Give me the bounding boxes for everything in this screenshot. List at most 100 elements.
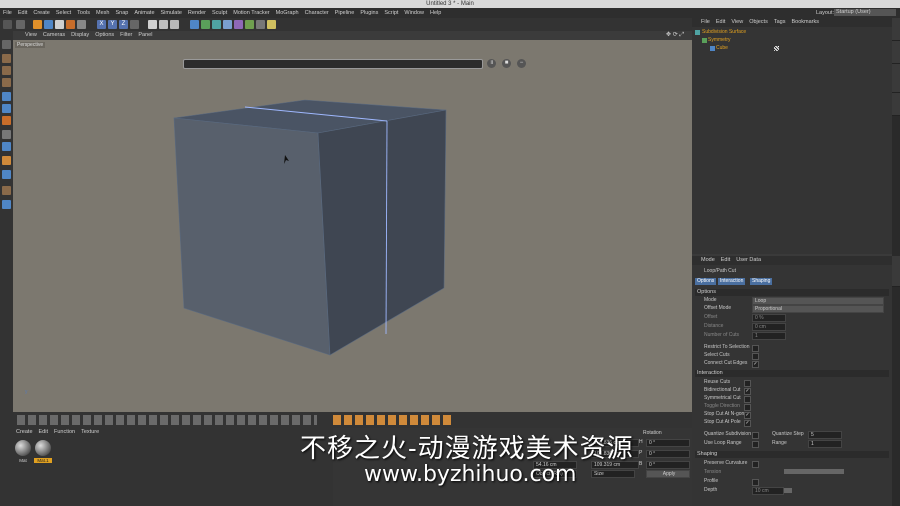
snapping-icon[interactable] — [2, 156, 11, 165]
object-menu-objects[interactable]: Objects — [746, 18, 771, 27]
menu-script[interactable]: Script — [381, 8, 401, 18]
material-swatch-mat-1[interactable] — [35, 440, 51, 456]
menu-help[interactable]: Help — [427, 8, 444, 18]
menu-render[interactable]: Render — [185, 8, 209, 18]
rotation-b-field[interactable]: 0 ° — [646, 461, 690, 469]
3d-viewport[interactable]: Perspective y — [13, 40, 692, 412]
viewport-menu-filter[interactable]: Filter — [117, 31, 135, 40]
tab-interaction[interactable]: Interaction — [718, 278, 746, 285]
menu-file[interactable]: File — [0, 8, 15, 18]
attr-menu-mode[interactable]: Mode — [698, 256, 718, 265]
menu-mesh[interactable]: Mesh — [93, 8, 112, 18]
menu-tools[interactable]: Tools — [74, 8, 93, 18]
tab-structure[interactable] — [892, 93, 900, 116]
tab-objects[interactable] — [892, 18, 900, 41]
camera-icon[interactable] — [256, 20, 265, 29]
menu-plugins[interactable]: Plugins — [357, 8, 381, 18]
connect-cut-edges-checkbox[interactable]: ✓ — [752, 361, 759, 368]
subdivision-icon[interactable] — [212, 20, 221, 29]
close-icon[interactable]: − — [517, 59, 526, 68]
shaping-section-header[interactable]: Shaping — [695, 451, 889, 458]
options-section-header[interactable]: Options — [695, 289, 889, 296]
select-cuts-checkbox[interactable] — [752, 353, 759, 360]
scale-icon[interactable] — [55, 20, 64, 29]
render-settings-icon[interactable] — [170, 20, 179, 29]
stop-icon[interactable]: ■ — [502, 59, 511, 68]
offset-field[interactable]: 0 % — [752, 314, 786, 322]
bidirectional-cut-checkbox[interactable]: ✓ — [744, 388, 751, 395]
polygons-mode-icon[interactable] — [2, 116, 11, 125]
menu-create[interactable]: Create — [30, 8, 53, 18]
cloner-icon[interactable] — [223, 20, 232, 29]
undo-icon[interactable] — [3, 20, 12, 29]
depth-slider[interactable] — [784, 488, 792, 493]
coordinate-system-icon[interactable] — [130, 20, 139, 29]
tab-content-browser[interactable] — [892, 64, 900, 93]
object-cube[interactable]: Cube — [716, 45, 728, 52]
rotation-p-field[interactable]: 0 ° — [646, 450, 690, 458]
axis-mode-icon[interactable] — [2, 130, 11, 139]
pen-icon[interactable] — [201, 20, 210, 29]
tweak-mode-icon[interactable] — [2, 142, 11, 151]
apply-button[interactable]: Apply — [646, 470, 690, 478]
toggle-direction-checkbox[interactable] — [744, 404, 751, 411]
attr-menu-user-data[interactable]: User Data — [733, 256, 764, 265]
points-mode-icon[interactable] — [2, 92, 11, 101]
depth-field[interactable]: 10 cm — [752, 487, 784, 495]
object-symmetry[interactable]: Symmetry — [708, 37, 731, 44]
locked-workplane-icon[interactable] — [2, 186, 11, 195]
object-menu-tags[interactable]: Tags — [771, 18, 789, 27]
menu-window[interactable]: Window — [401, 8, 427, 18]
menu-animate[interactable]: Animate — [131, 8, 157, 18]
rotate-icon[interactable] — [66, 20, 75, 29]
layout-select[interactable]: Startup (User) — [834, 9, 896, 16]
planar-workplane-icon[interactable] — [2, 200, 11, 209]
tab-attributes[interactable] — [892, 256, 900, 287]
tab-takes[interactable] — [892, 41, 900, 64]
keyframe-buttons[interactable] — [333, 415, 453, 425]
stop-cut-at-pole-checkbox[interactable]: ✓ — [744, 420, 751, 427]
y-axis-icon[interactable]: Y — [108, 20, 117, 29]
menu-simulate[interactable]: Simulate — [158, 8, 185, 18]
restrict-to-selection-checkbox[interactable] — [752, 345, 759, 352]
use-loop-range-checkbox[interactable] — [752, 441, 759, 448]
material-menu-edit[interactable]: Edit — [36, 428, 51, 437]
material-tag-icon[interactable] — [774, 46, 779, 51]
profile-checkbox[interactable] — [752, 479, 759, 486]
material-menu-function[interactable]: Function — [51, 428, 78, 437]
make-editable-icon[interactable] — [2, 40, 11, 49]
mode-select[interactable]: Loop — [752, 297, 884, 305]
cube-mesh[interactable]: y — [13, 40, 692, 412]
attr-menu-edit[interactable]: Edit — [718, 256, 733, 265]
menu-select[interactable]: Select — [53, 8, 74, 18]
stop-cut-at-ngon-checkbox[interactable]: ✓ — [744, 412, 751, 419]
render-to-picture-viewer-icon[interactable] — [159, 20, 168, 29]
redo-icon[interactable] — [16, 20, 25, 29]
viewport-menu-view[interactable]: View — [13, 31, 40, 40]
x-axis-icon[interactable]: X — [97, 20, 106, 29]
rotation-h-field[interactable]: 0 ° — [646, 439, 690, 447]
symmetrical-cut-checkbox[interactable] — [744, 396, 751, 403]
model-mode-icon[interactable] — [2, 54, 11, 63]
viewport-menu-cameras[interactable]: Cameras — [40, 31, 68, 40]
z-axis-icon[interactable]: Z — [119, 20, 128, 29]
menu-character[interactable]: Character — [302, 8, 332, 18]
menu-edit[interactable]: Edit — [15, 8, 30, 18]
recent-tool-icon[interactable] — [77, 20, 86, 29]
menu-snap[interactable]: Snap — [112, 8, 131, 18]
distance-field[interactable]: 0 cm — [752, 323, 786, 331]
menu-pipeline[interactable]: Pipeline — [332, 8, 358, 18]
viewport-menu-options[interactable]: Options — [92, 31, 117, 40]
object-menu-file[interactable]: File — [698, 18, 713, 27]
material-menu-texture[interactable]: Texture — [78, 428, 102, 437]
move-icon[interactable] — [44, 20, 53, 29]
interaction-section-header[interactable]: Interaction — [695, 370, 889, 377]
live-selection-icon[interactable] — [33, 20, 42, 29]
cube-icon[interactable] — [190, 20, 199, 29]
material-swatch-mat[interactable] — [15, 440, 31, 456]
range-field[interactable]: 1 — [808, 440, 842, 448]
material-menu-create[interactable]: Create — [13, 428, 36, 437]
menu-sculpt[interactable]: Sculpt — [209, 8, 230, 18]
workplane-mode-icon[interactable] — [2, 78, 11, 87]
size-mode-select[interactable]: Size — [591, 470, 635, 478]
